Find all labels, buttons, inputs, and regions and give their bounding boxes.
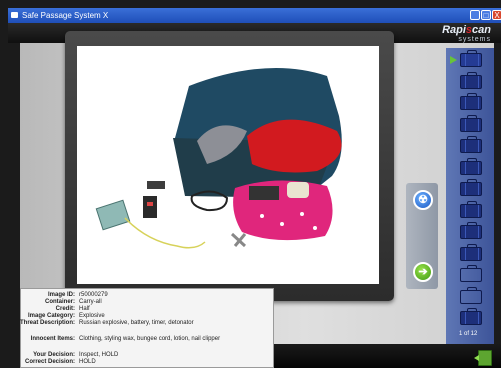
maximize-button[interactable]: □: [481, 10, 491, 20]
current-bag-indicator: [450, 56, 457, 64]
bag-queue-item[interactable]: [460, 265, 482, 282]
bag-queue-item[interactable]: [460, 157, 482, 175]
bag-queue-item[interactable]: [460, 179, 482, 196]
image-details-panel: Image ID: r50000279 Container: Carry-all C…: [20, 288, 274, 368]
bag-queue-item[interactable]: [460, 93, 482, 110]
app-icon: [11, 12, 18, 18]
nail-clipper: [230, 232, 247, 248]
battery: [147, 181, 165, 189]
bag-queue-item[interactable]: [460, 136, 482, 153]
minimize-button[interactable]: _: [470, 10, 480, 20]
bag-queue-item[interactable]: [460, 200, 482, 218]
brand-logo: Rapiscan systems: [442, 24, 491, 44]
styling-wax: [249, 186, 279, 200]
next-button[interactable]: ➔: [413, 262, 433, 282]
bag-queue-item[interactable]: [460, 222, 482, 239]
bag-contents-image: [95, 68, 342, 249]
russian-explosive: [95, 199, 131, 231]
brand-subtitle: systems: [458, 36, 491, 43]
bag-queue-item[interactable]: [460, 71, 482, 89]
pink-toiletry-bag: [233, 180, 333, 241]
bag-queue-item[interactable]: [460, 308, 482, 325]
arrow-right-icon: ➔: [418, 266, 428, 278]
lotion-bottle: [287, 182, 309, 198]
brand-name-part2: can: [472, 24, 491, 36]
timer: [143, 196, 157, 218]
bag-counter: 1 of 12: [459, 331, 478, 337]
bag-queue-item[interactable]: [460, 50, 482, 67]
close-button[interactable]: X: [492, 10, 501, 20]
radiation-icon: ☢: [418, 194, 428, 206]
radiation-button[interactable]: ☢: [413, 190, 433, 210]
bag-queue-item[interactable]: [460, 243, 482, 261]
brand-name-part1: Rapi: [442, 24, 466, 36]
bag-image-view: [77, 46, 379, 284]
exit-icon[interactable]: [474, 350, 492, 366]
bag-queue-item[interactable]: [460, 114, 482, 132]
window-titlebar: Safe Passage System X _ □ X: [8, 8, 501, 23]
red-clothing: [247, 119, 342, 173]
bag-queue-item[interactable]: [460, 286, 482, 304]
window-title: Safe Passage System X: [22, 11, 109, 20]
